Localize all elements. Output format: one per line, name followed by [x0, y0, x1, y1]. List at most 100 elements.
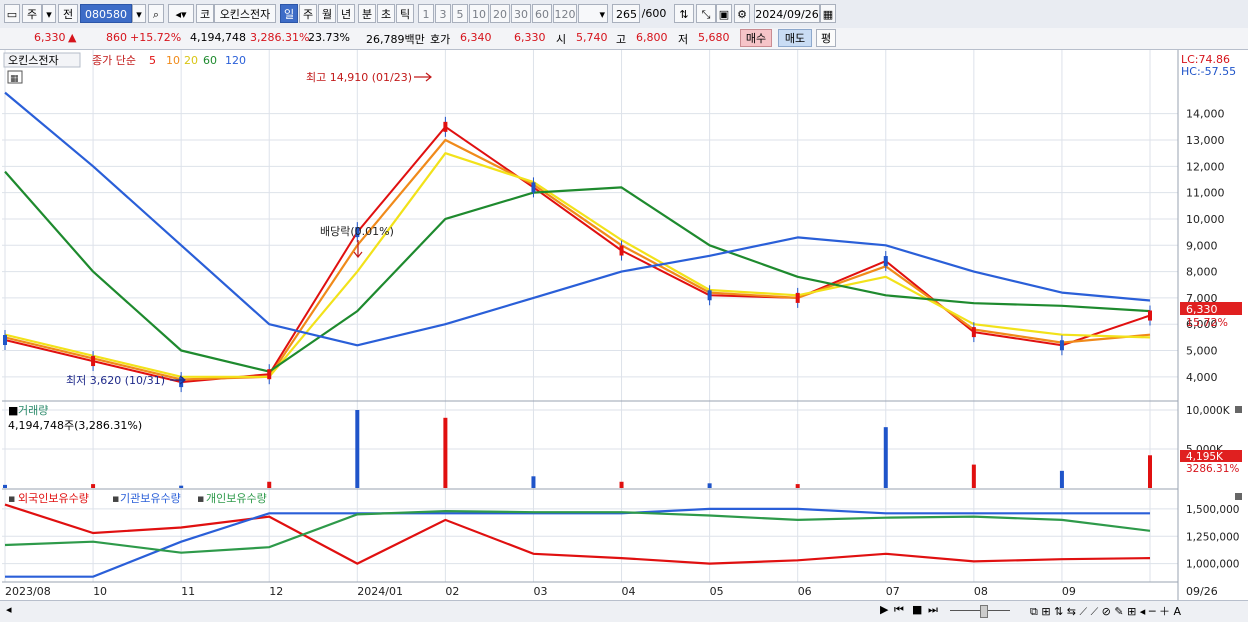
price-tick-label: 10,000 — [1186, 213, 1225, 226]
market-name-button[interactable]: 코 — [196, 4, 214, 23]
volume-bar — [179, 485, 184, 488]
sell-button[interactable]: 매도 — [778, 29, 812, 47]
prefix-button[interactable]: 전 — [58, 4, 78, 23]
period-day-tab[interactable]: 일 — [280, 4, 298, 23]
open-price: 5,740 — [576, 31, 608, 44]
custom-count-select[interactable]: ▾ — [578, 4, 608, 23]
price-change-pct: +15.72% — [130, 31, 182, 44]
x-tick-label: 11 — [181, 585, 195, 598]
period-tick-tab[interactable]: 틱 — [396, 4, 414, 23]
x-tick-label: 03 — [533, 585, 547, 598]
individual-holding-label: 개인보유수량 — [206, 492, 267, 505]
low-label: 저 — [678, 33, 689, 46]
buy-button[interactable]: 매수 — [740, 29, 772, 47]
scroll-bar[interactable]: ◂ ▶ ⏮ ■ ⏭ ⧉ ⊞ ⇅ ⇆ ⟋ ⟋ ⊘ ✎ ⊞ ◂ ─ ＋ A — [0, 600, 1248, 622]
institution-holding-label: 기관보유수량 — [120, 492, 181, 505]
period-year-tab[interactable]: 년 — [337, 4, 355, 23]
volume-tick-label: 10,000K — [1186, 405, 1231, 417]
x-tick-label: 08 — [974, 585, 988, 598]
volume-last-tag: 4,195K — [1186, 451, 1224, 463]
price-tick-label: 13,000 — [1186, 134, 1225, 147]
open-label: 시 — [556, 33, 567, 46]
price-tick-label: 12,000 — [1186, 160, 1225, 173]
x-tick-label: 02 — [445, 585, 459, 598]
count-30-button[interactable]: 30 — [511, 4, 531, 23]
window-menu-icon[interactable]: ▭ — [4, 4, 20, 23]
ask-label: 호가 — [430, 33, 451, 46]
foreign-holding-label: 외국인보유수량 — [18, 492, 89, 505]
period-minute-tab[interactable]: 분 — [358, 4, 376, 23]
ma-60-label: 60 — [203, 54, 217, 67]
page-count-input[interactable]: 265 — [612, 4, 640, 23]
stock-code-input[interactable]: 080580 — [80, 4, 132, 23]
search-icon[interactable]: ⌕ — [148, 4, 164, 23]
holding-tick-label: 1,000,000 — [1186, 559, 1239, 571]
tool-icons[interactable]: ⧉ ⊞ ⇅ ⇆ ⟋ ⟋ ⊘ ✎ ⊞ ◂ ─ ＋ A — [1030, 603, 1181, 619]
zoom-slider-handle[interactable] — [980, 605, 988, 618]
hc-label: HC:-57.55 — [1181, 65, 1236, 78]
gear-icon[interactable]: ⚙ — [734, 4, 750, 23]
candle-body — [531, 182, 536, 193]
volume-bar — [1148, 455, 1152, 488]
scroll-left-icon[interactable]: ◂ — [6, 603, 12, 616]
period-month-tab[interactable]: 월 — [318, 4, 336, 23]
x-tick-label: 10 — [93, 585, 107, 598]
table-icon[interactable]: ▦ — [10, 74, 19, 84]
candle-body — [1059, 340, 1064, 351]
eval-button[interactable]: 평 — [816, 29, 836, 47]
count-5-button[interactable]: 5 — [452, 4, 468, 23]
stock-tag: 오킨스전자 — [8, 54, 59, 67]
x-tick-label: 09/26 — [1186, 585, 1218, 598]
market-select[interactable]: 주 — [22, 4, 42, 23]
holding-tick-label: 1,250,000 — [1186, 531, 1239, 543]
calendar-icon[interactable]: ▦ — [820, 4, 836, 23]
ma-20-label: 20 — [184, 54, 198, 67]
count-20-button[interactable]: 20 — [490, 4, 510, 23]
count-10-button[interactable]: 10 — [469, 4, 489, 23]
chart-type-icon[interactable]: ⇅ — [674, 4, 694, 23]
trend-tool-icon[interactable]: ⤡ — [696, 4, 716, 23]
count-60-button[interactable]: 60 — [532, 4, 552, 23]
volume-bar — [91, 484, 96, 488]
volume-bar — [443, 417, 448, 488]
count-3-button[interactable]: 3 — [435, 4, 451, 23]
price-tick-label: 4,000 — [1186, 371, 1218, 384]
volume-bar — [3, 484, 7, 488]
holding-tick-label: 1,500,000 — [1186, 504, 1239, 516]
count-1-button[interactable]: 1 — [418, 4, 434, 23]
bid-price: 6,330 — [514, 31, 546, 44]
page-total: /600 — [641, 7, 667, 20]
ma-120-label: 120 — [225, 54, 246, 67]
candle-body — [267, 369, 272, 380]
volume-title: 거래량 — [18, 404, 48, 417]
date-input[interactable]: 2024/09/26 — [754, 4, 820, 23]
x-tick-label: 12 — [269, 585, 283, 598]
stock-chart[interactable]: 14,000 13,000 12,000 11,000 10,000 9,000 8,000… — [0, 50, 1248, 601]
save-icon[interactable]: ▣ — [716, 4, 732, 23]
next-icon[interactable]: ⏭ — [928, 603, 938, 617]
volume-value-label: 4,194,748주(3,286.31%) — [8, 419, 142, 432]
volume-bar — [971, 464, 976, 488]
stop-icon[interactable]: ■ — [912, 603, 922, 616]
x-tick-label: 2023/08 — [5, 585, 51, 598]
x-tick-label: 04 — [622, 585, 636, 598]
speaker-icon[interactable]: ◂▾ — [168, 4, 194, 23]
legend-icon: ▪ — [8, 492, 15, 505]
candle-body — [91, 356, 96, 367]
count-120-button[interactable]: 120 — [553, 4, 577, 23]
volume-bar — [795, 484, 800, 488]
toolbar: ▭ 주 ▾ 전 080580 ▾ ⌕ ◂▾ 코 오킨스전자 일 주 월 년 분 … — [0, 0, 1248, 29]
period-second-tab[interactable]: 초 — [377, 4, 395, 23]
code-dropdown-icon[interactable]: ▾ — [132, 4, 146, 23]
price-tick-label: 5,000 — [1186, 345, 1218, 358]
quote-bar: 6,330 ▲ 860 +15.72% 4,194,748 3,286.31% … — [0, 28, 1248, 50]
high-price: 6,800 — [636, 31, 668, 44]
market-dropdown-icon[interactable]: ▾ — [42, 4, 56, 23]
current-price: 6,330 — [34, 31, 66, 44]
first-icon[interactable]: ⏮ — [894, 603, 904, 617]
volume-ratio: 3,286.31% — [250, 31, 310, 44]
up-arrow-icon: ▲ — [68, 31, 77, 44]
play-icon[interactable]: ▶ — [880, 603, 888, 616]
period-week-tab[interactable]: 주 — [299, 4, 317, 23]
legend-icon: ▪ — [197, 492, 204, 505]
